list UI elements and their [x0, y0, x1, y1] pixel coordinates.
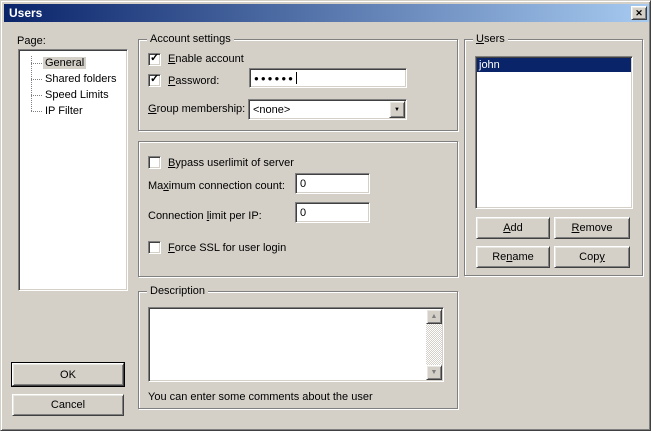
tree-item-ip-filter[interactable]: IP Filter — [19, 103, 127, 119]
account-settings-group: Account settings ✓ Enable account ✓ Pass… — [138, 39, 458, 131]
max-connection-value: 0 — [300, 178, 306, 190]
password-input[interactable]: ●●●●●● — [249, 68, 407, 88]
tree-item-speed-limits[interactable]: Speed Limits — [19, 87, 127, 103]
tree-item-label: IP Filter — [43, 105, 85, 117]
user-list-item[interactable]: john — [477, 58, 631, 72]
add-button[interactable]: Add — [476, 217, 550, 239]
description-group: Description ▲ ▼ You can enter some comme… — [138, 291, 458, 409]
group-membership-select[interactable]: <none> ▼ — [248, 99, 407, 120]
cancel-button[interactable]: Cancel — [12, 394, 124, 416]
description-title: Description — [147, 285, 208, 298]
ip-limit-value: 0 — [300, 207, 306, 219]
scrollbar-track[interactable] — [426, 324, 442, 365]
users-group-title: Users — [473, 33, 508, 46]
bypass-userlimit-label: Bypass userlimit of server — [168, 157, 294, 170]
connection-limits-group: ✓ Bypass userlimit of server Maximum con… — [138, 141, 458, 277]
users-group: Users john Add Remove Rename Copy — [464, 39, 643, 276]
rename-button-label: Rename — [492, 251, 534, 263]
copy-button[interactable]: Copy — [554, 246, 630, 268]
description-hint: You can enter some comments about the us… — [148, 391, 373, 404]
enable-account-checkbox[interactable]: ✓ — [148, 53, 161, 66]
add-button-label: Add — [503, 222, 523, 234]
scroll-up-icon[interactable]: ▲ — [426, 309, 442, 324]
ip-limit-input[interactable]: 0 — [295, 202, 370, 223]
ip-limit-label: Connection limit per IP: — [148, 210, 262, 223]
titlebar[interactable]: Users — [4, 4, 649, 22]
scroll-down-icon[interactable]: ▼ — [426, 365, 442, 380]
bypass-userlimit-checkbox[interactable]: ✓ — [148, 156, 161, 169]
max-connection-input[interactable]: 0 — [295, 173, 370, 194]
force-ssl-checkbox[interactable]: ✓ — [148, 241, 161, 254]
enable-account-label: Enable account — [168, 53, 244, 66]
rename-button[interactable]: Rename — [476, 246, 550, 268]
tree-item-shared-folders[interactable]: Shared folders — [19, 71, 127, 87]
checkmark-icon: ✓ — [150, 52, 159, 65]
page-label: Page: — [17, 35, 46, 48]
password-checkbox[interactable]: ✓ — [148, 74, 161, 87]
ok-button-label: OK — [60, 369, 76, 381]
password-masked-value: ●●●●●● — [254, 74, 295, 83]
group-membership-label: Group membership: — [148, 103, 245, 116]
tree-item-label: Shared folders — [43, 73, 119, 85]
tree-item-general[interactable]: General — [19, 55, 127, 71]
group-membership-value: <none> — [253, 104, 290, 116]
cancel-button-label: Cancel — [51, 399, 85, 411]
user-name: john — [479, 59, 500, 71]
remove-button[interactable]: Remove — [554, 217, 630, 239]
checkmark-icon: ✓ — [150, 73, 159, 86]
ok-button[interactable]: OK — [12, 363, 124, 386]
tree-item-label: General — [43, 57, 86, 69]
close-button[interactable]: ✕ — [631, 6, 647, 20]
copy-button-label: Copy — [579, 251, 605, 263]
password-label: Password: — [168, 75, 219, 88]
description-scrollbar[interactable]: ▲ ▼ — [426, 309, 442, 380]
description-textarea[interactable]: ▲ ▼ — [148, 307, 444, 382]
users-listbox[interactable]: john — [475, 56, 633, 209]
users-dialog: Users ✕ Page: General Shared folders Spe… — [0, 0, 651, 431]
dropdown-arrow-icon[interactable]: ▼ — [389, 101, 405, 118]
window-title: Users — [9, 6, 42, 20]
close-icon: ✕ — [635, 9, 643, 18]
max-connection-label: Maximum connection count: — [148, 180, 285, 193]
text-caret — [296, 72, 297, 84]
account-settings-title: Account settings — [147, 33, 234, 46]
page-tree: General Shared folders Speed Limits IP F… — [18, 49, 128, 291]
remove-button-label: Remove — [572, 222, 613, 234]
force-ssl-label: Force SSL for user login — [168, 242, 286, 255]
tree-item-label: Speed Limits — [43, 89, 111, 101]
